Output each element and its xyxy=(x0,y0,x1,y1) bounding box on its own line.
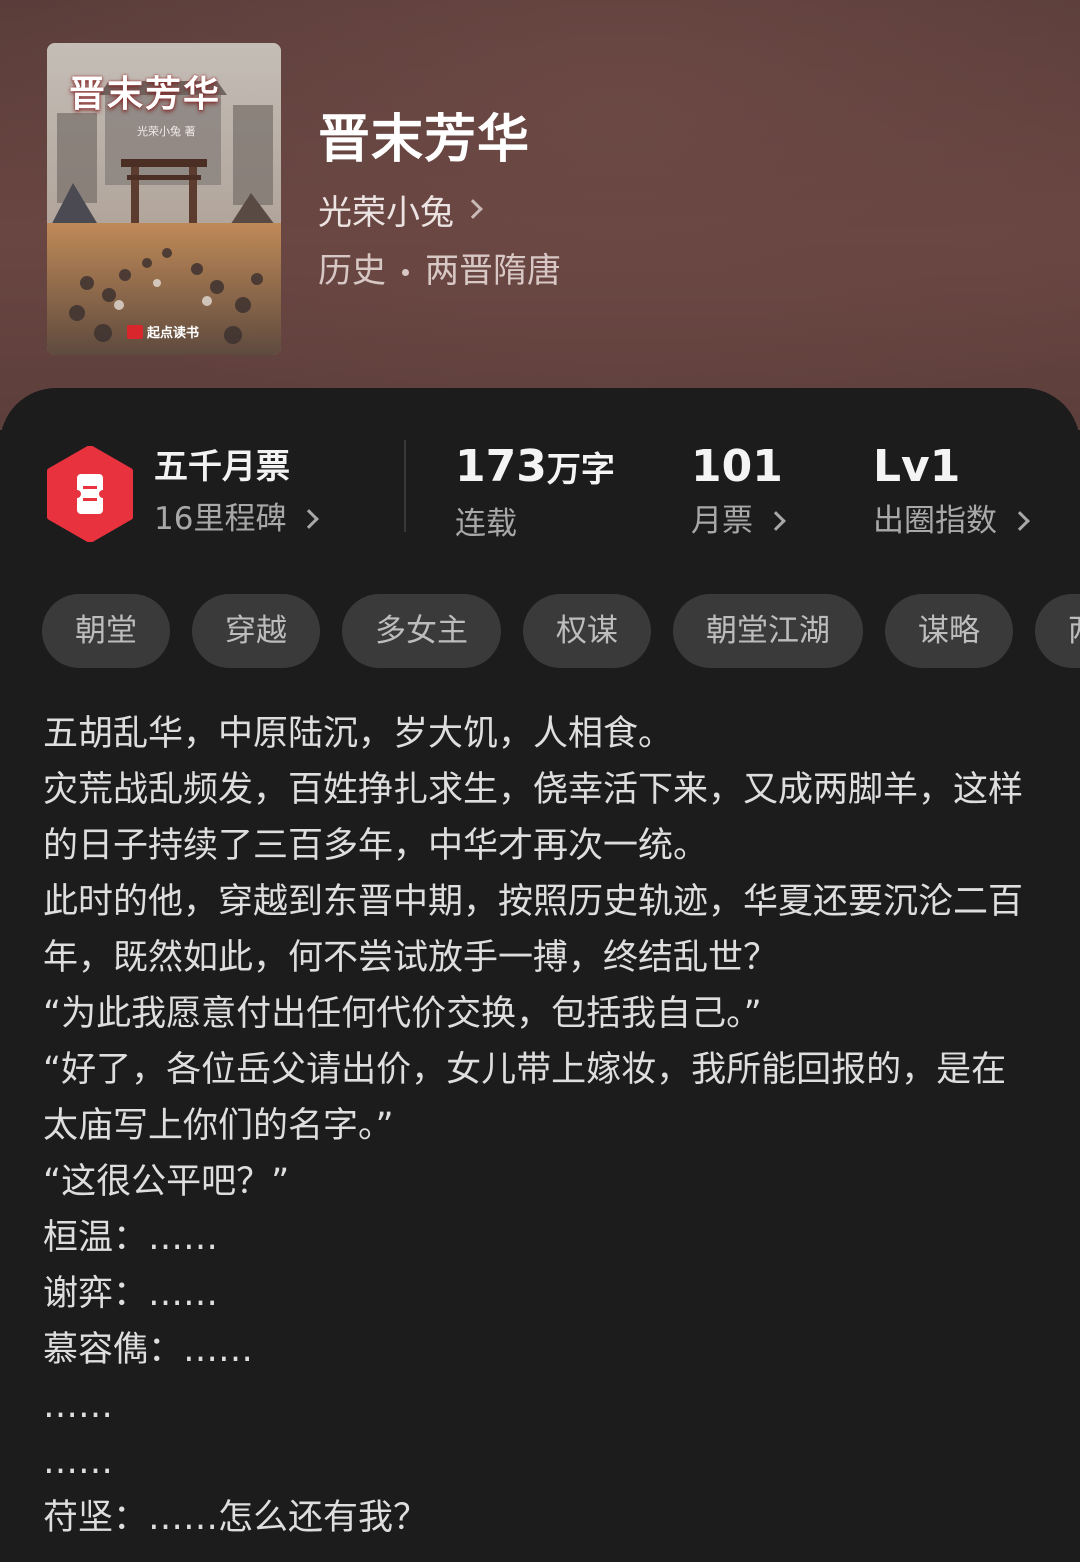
cover-brand: 起点读书 xyxy=(127,322,199,341)
ticket-icon xyxy=(47,446,133,542)
book-header: 晋末芳华 光荣小兔 著 起点读书 晋末芳华 光荣小兔 历史 两晋隋唐 xyxy=(0,0,1080,430)
synopsis-line: “这很公平吧？” xyxy=(43,1162,290,1202)
breakout-index-label: 出圈指数 xyxy=(873,503,997,539)
cover-title-art: 晋末芳华 xyxy=(69,73,222,115)
genre-line: 历史 两晋隋唐 xyxy=(318,248,561,294)
tag-chip[interactable]: 朝堂 xyxy=(42,594,170,668)
synopsis-line: 桓温：…… xyxy=(43,1218,219,1258)
word-count-label: 连载 xyxy=(455,506,517,542)
tag-chip[interactable]: 两晋 xyxy=(1035,594,1080,668)
cover-brand-text: 起点读书 xyxy=(147,326,200,341)
synopsis-line: 灾荒战乱频发，百姓挣扎求生，侥幸活下来，又成两脚羊，这样的日子持续了三百多年，中… xyxy=(43,770,1024,866)
book-detail-card: 五千月票 16里程碑 173万字 连载 101 月票 Lv1 出圈指数 朝堂 穿越… xyxy=(0,388,1080,1562)
synopsis-line: …… xyxy=(43,1386,113,1426)
synopsis-line: 五胡乱华，中原陆沉，岁大饥，人相食。 xyxy=(43,714,674,754)
breakout-index-value: Lv1 xyxy=(873,441,961,492)
synopsis-line: “为此我愿意付出任何代价交换，包括我自己。” xyxy=(43,994,762,1034)
monthly-votes-label: 月票 xyxy=(691,503,753,539)
chevron-right-icon xyxy=(766,511,786,531)
synopsis-line: 此时的他，穿越到东晋中期，按照历史轨迹，华夏还要沉沦二百年，既然如此，何不尝试放… xyxy=(43,882,1024,978)
tag-chip[interactable]: 谋略 xyxy=(885,594,1013,668)
word-count-unit: 万字 xyxy=(546,450,615,490)
chevron-right-icon xyxy=(463,199,483,219)
tag-chip[interactable]: 多女主 xyxy=(342,594,501,668)
monthly-votes-value: 101 xyxy=(691,441,783,492)
separator-dot xyxy=(402,269,409,276)
synopsis-line: …… xyxy=(43,1442,113,1482)
word-count-value: 173 xyxy=(455,441,547,492)
synopsis-line: 谢弈：…… xyxy=(43,1274,219,1314)
stats-row: 五千月票 16里程碑 173万字 连载 101 月票 Lv1 出圈指数 xyxy=(0,432,1080,552)
chevron-right-icon xyxy=(299,509,320,529)
milestone-link[interactable]: 16里程碑 xyxy=(154,498,320,540)
synopsis-line: “好了，各位岳父请出价，女儿带上嫁妆，我所能回报的，是在太庙写上你们的名字。” xyxy=(43,1050,1007,1146)
chevron-right-icon xyxy=(1010,511,1030,531)
milestone-subtitle: 16里程碑 xyxy=(154,501,287,537)
monthly-votes-stat[interactable]: 101 月票 xyxy=(691,441,786,542)
breakout-index-stat[interactable]: Lv1 出圈指数 xyxy=(873,441,1030,542)
tag-chip[interactable]: 朝堂江湖 xyxy=(673,594,863,668)
tag-chip[interactable]: 权谋 xyxy=(523,594,651,668)
book-cover[interactable]: 晋末芳华 光荣小兔 著 起点读书 xyxy=(47,43,281,355)
author-link[interactable]: 光荣小兔 xyxy=(318,186,483,233)
synopsis-line: 苻坚：……怎么还有我？ xyxy=(43,1498,429,1538)
genre-subcategory[interactable]: 两晋隋唐 xyxy=(425,251,561,291)
genre-category[interactable]: 历史 xyxy=(318,251,386,291)
synopsis-line: 慕容儁：…… xyxy=(43,1330,254,1370)
tag-chip[interactable]: 穿越 xyxy=(192,594,320,668)
author-name: 光荣小兔 xyxy=(318,192,454,233)
milestone-title[interactable]: 五千月票 xyxy=(154,444,290,490)
qidian-logo-icon xyxy=(127,324,143,339)
tag-list: 朝堂穿越多女主权谋朝堂江湖谋略两晋 xyxy=(42,594,1080,668)
word-count-stat: 173万字 连载 xyxy=(455,442,615,545)
book-title: 晋末芳华 xyxy=(318,109,531,170)
stats-divider xyxy=(404,440,406,532)
synopsis[interactable]: 五胡乱华，中原陆沉，岁大饥，人相食。 灾荒战乱频发，百姓挣扎求生，侥幸活下来，又… xyxy=(43,706,1033,1546)
cover-author-art: 光荣小兔 著 xyxy=(137,125,196,138)
